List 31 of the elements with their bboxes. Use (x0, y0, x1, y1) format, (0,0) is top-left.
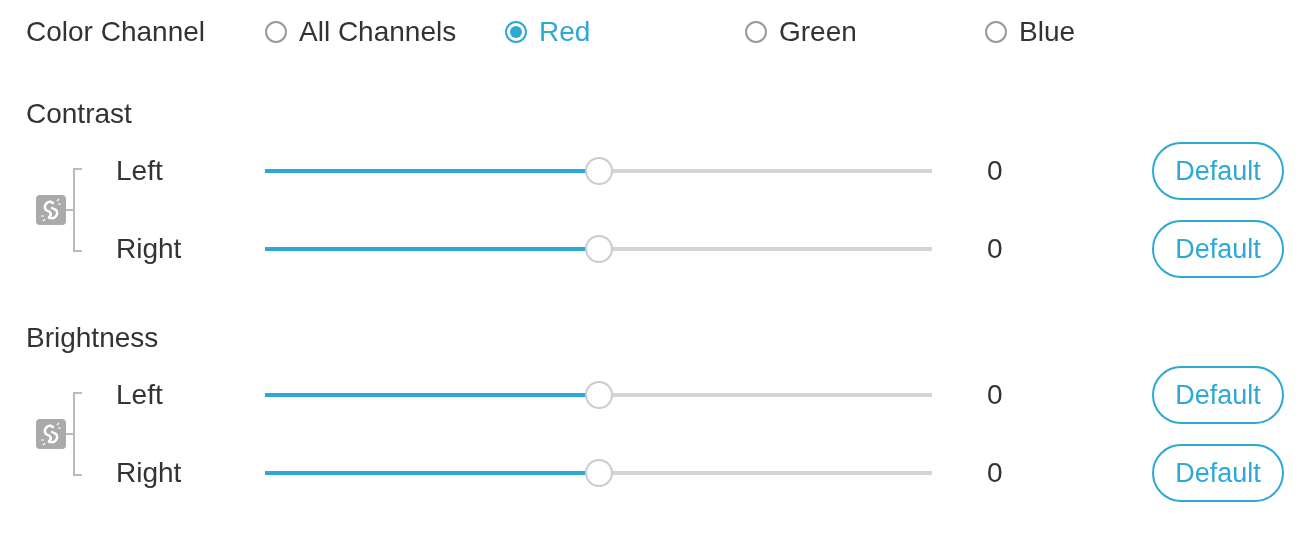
slider-value: 0 (986, 155, 1004, 187)
slider-label: Left (116, 379, 164, 411)
radio-button[interactable] (265, 21, 287, 43)
color-channel-label: Color Channel (26, 16, 206, 48)
radio-option[interactable]: Blue (985, 16, 1225, 48)
slider-track[interactable] (265, 471, 932, 475)
slider-track[interactable] (265, 169, 932, 173)
radio-button[interactable] (745, 21, 767, 43)
unlink-icon[interactable] (36, 195, 66, 225)
radio-label[interactable]: Blue (1019, 16, 1076, 48)
slider-value: 0 (986, 457, 1004, 489)
slider-thumb[interactable] (584, 381, 613, 409)
slider-value: 0 (986, 379, 1004, 411)
radio-label[interactable]: Green (779, 16, 857, 48)
radio-button[interactable] (985, 21, 1007, 43)
slider-thumb[interactable] (584, 235, 613, 263)
radio-option[interactable]: All Channels (265, 16, 505, 48)
slider-track[interactable] (265, 247, 932, 251)
slider-value: 0 (986, 233, 1004, 265)
slider-label: Left (116, 155, 164, 187)
section-title: Contrast (26, 97, 133, 131)
radio-label[interactable]: All Channels (299, 16, 457, 48)
slider-thumb[interactable] (584, 459, 613, 487)
slider-label: Right (116, 233, 183, 265)
radio-button[interactable] (505, 21, 527, 43)
unlink-icon[interactable] (36, 419, 66, 449)
radio-option[interactable]: Green (745, 16, 985, 48)
section-title: Brightness (26, 321, 160, 355)
slider-thumb[interactable] (584, 157, 613, 185)
slider-label: Right (116, 457, 183, 489)
slider-track[interactable] (265, 393, 932, 397)
